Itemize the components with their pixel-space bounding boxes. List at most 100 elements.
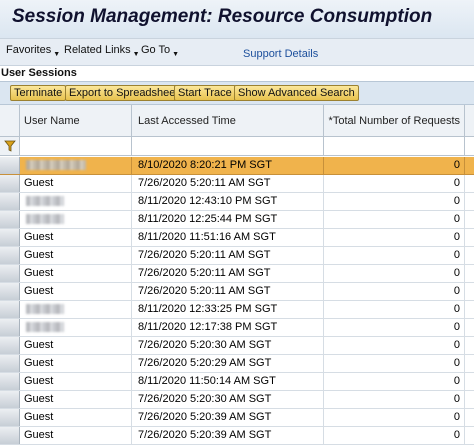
column-header-user-name[interactable]: User Name	[20, 105, 132, 137]
filter-total-requests-input[interactable]	[324, 137, 465, 155]
favorites-menu[interactable]: Favorites ▼	[6, 44, 60, 58]
row-selector[interactable]	[0, 355, 20, 372]
row-selector[interactable]	[0, 175, 20, 192]
row-spacer-cell	[465, 409, 474, 426]
caret-down-icon: ▼	[132, 51, 140, 58]
show-advanced-search-button[interactable]: Show Advanced Search	[234, 85, 359, 101]
row-selector[interactable]	[0, 391, 20, 408]
total-requests-cell: 0	[324, 265, 465, 282]
row-spacer-cell	[465, 265, 474, 282]
table-row[interactable]: Guest 7/26/2020 5:20:29 AM SGT 0	[0, 355, 474, 373]
user-name-cell: Guest	[20, 373, 132, 390]
related-links-menu[interactable]: Related Links ▼	[64, 44, 140, 58]
row-selector[interactable]	[0, 157, 20, 174]
row-selector[interactable]	[0, 319, 20, 336]
redacted-username	[26, 322, 64, 333]
row-selector[interactable]	[0, 229, 20, 246]
column-header-spacer	[465, 105, 474, 137]
total-requests-cell: 0	[324, 337, 465, 354]
row-selector[interactable]	[0, 409, 20, 426]
last-accessed-cell: 8/10/2020 8:20:21 PM SGT	[132, 157, 324, 174]
user-name-cell: Guest	[20, 355, 132, 372]
table-row[interactable]: 8/10/2020 8:20:21 PM SGT 0	[0, 157, 474, 175]
export-spreadsheet-button[interactable]: Export to Spreadsheet	[65, 85, 183, 101]
table-row[interactable]: Guest 7/26/2020 5:20:11 AM SGT 0	[0, 265, 474, 283]
total-requests-cell: 0	[324, 319, 465, 336]
user-name-cell: Guest	[20, 175, 132, 192]
row-spacer-cell	[465, 247, 474, 264]
caret-down-icon: ▼	[53, 51, 61, 58]
title-bar: Session Management: Resource Consumption	[0, 0, 474, 38]
table-row[interactable]: 8/11/2020 12:17:38 PM SGT 0	[0, 319, 474, 337]
last-accessed-cell: 7/26/2020 5:20:11 AM SGT	[132, 265, 324, 282]
go-to-menu[interactable]: Go To ▼	[141, 44, 179, 58]
total-requests-cell: 0	[324, 355, 465, 372]
row-spacer-cell	[465, 211, 474, 228]
row-spacer-cell	[465, 337, 474, 354]
user-name-cell: Guest	[20, 229, 132, 246]
terminate-button[interactable]: Terminate	[10, 85, 67, 101]
row-selector[interactable]	[0, 337, 20, 354]
total-requests-cell: 0	[324, 283, 465, 300]
select-all-header[interactable]	[0, 105, 20, 137]
row-selector[interactable]	[0, 211, 20, 228]
last-accessed-cell: 8/11/2020 11:51:16 AM SGT	[132, 229, 324, 246]
row-selector[interactable]	[0, 247, 20, 264]
redacted-username	[26, 214, 64, 225]
table-row[interactable]: 8/11/2020 12:43:10 PM SGT 0	[0, 193, 474, 211]
row-spacer-cell	[465, 157, 474, 174]
table-row[interactable]: Guest 7/26/2020 5:20:11 AM SGT 0	[0, 175, 474, 193]
user-name-cell: Guest	[20, 283, 132, 300]
table-row[interactable]: 8/11/2020 12:33:25 PM SGT 0	[0, 301, 474, 319]
last-accessed-cell: 8/11/2020 12:43:10 PM SGT	[132, 193, 324, 210]
last-accessed-cell: 7/26/2020 5:20:39 AM SGT	[132, 427, 324, 444]
total-requests-cell: 0	[324, 193, 465, 210]
last-accessed-cell: 7/26/2020 5:20:11 AM SGT	[132, 175, 324, 192]
total-requests-cell: 0	[324, 427, 465, 444]
row-selector[interactable]	[0, 373, 20, 390]
last-accessed-cell: 7/26/2020 5:20:11 AM SGT	[132, 247, 324, 264]
page-title: Session Management: Resource Consumption	[12, 6, 433, 27]
user-name-cell	[20, 301, 132, 318]
row-selector[interactable]	[0, 427, 20, 444]
last-accessed-cell: 7/26/2020 5:20:39 AM SGT	[132, 409, 324, 426]
filter-funnel-icon	[4, 140, 16, 152]
row-selector[interactable]	[0, 193, 20, 210]
table-row[interactable]: Guest 8/11/2020 11:51:16 AM SGT 0	[0, 229, 474, 247]
caret-down-icon: ▼	[172, 51, 180, 58]
row-selector[interactable]	[0, 265, 20, 282]
total-requests-cell: 0	[324, 301, 465, 318]
support-details-link[interactable]: Support Details	[243, 48, 318, 60]
filter-toggle[interactable]	[0, 137, 20, 155]
table-row[interactable]: Guest 8/11/2020 11:50:14 AM SGT 0	[0, 373, 474, 391]
row-selector[interactable]	[0, 301, 20, 318]
total-requests-cell: 0	[324, 373, 465, 390]
column-header-total-requests[interactable]: *Total Number of Requests	[324, 105, 465, 137]
table-row[interactable]: Guest 7/26/2020 5:20:39 AM SGT 0	[0, 427, 474, 445]
table-row[interactable]: Guest 7/26/2020 5:20:30 AM SGT 0	[0, 337, 474, 355]
table-row[interactable]: Guest 7/26/2020 5:20:30 AM SGT 0	[0, 391, 474, 409]
row-selector[interactable]	[0, 283, 20, 300]
redacted-username	[26, 196, 64, 207]
row-spacer-cell	[465, 283, 474, 300]
user-name-cell	[20, 193, 132, 210]
start-trace-button[interactable]: Start Trace	[174, 85, 236, 101]
filter-last-accessed-input[interactable]	[132, 137, 324, 155]
last-accessed-cell: 8/11/2020 12:25:44 PM SGT	[132, 211, 324, 228]
table-row[interactable]: Guest 7/26/2020 5:20:39 AM SGT 0	[0, 409, 474, 427]
user-name-cell: Guest	[20, 391, 132, 408]
last-accessed-cell: 8/11/2020 11:50:14 AM SGT	[132, 373, 324, 390]
table-row[interactable]: Guest 7/26/2020 5:20:11 AM SGT 0	[0, 247, 474, 265]
filter-user-name-input[interactable]	[20, 137, 132, 155]
table-row[interactable]: 8/11/2020 12:25:44 PM SGT 0	[0, 211, 474, 229]
table-row[interactable]: Guest 7/26/2020 5:20:11 AM SGT 0	[0, 283, 474, 301]
row-spacer-cell	[465, 175, 474, 192]
row-spacer-cell	[465, 301, 474, 318]
table-toolbar: Terminate Export to Spreadsheet Start Tr…	[0, 81, 474, 105]
column-header-last-accessed[interactable]: Last Accessed Time	[132, 105, 324, 137]
row-spacer-cell	[465, 193, 474, 210]
total-requests-cell: 0	[324, 175, 465, 192]
total-requests-cell: 0	[324, 391, 465, 408]
redacted-username	[26, 304, 64, 315]
last-accessed-cell: 8/11/2020 12:17:38 PM SGT	[132, 319, 324, 336]
